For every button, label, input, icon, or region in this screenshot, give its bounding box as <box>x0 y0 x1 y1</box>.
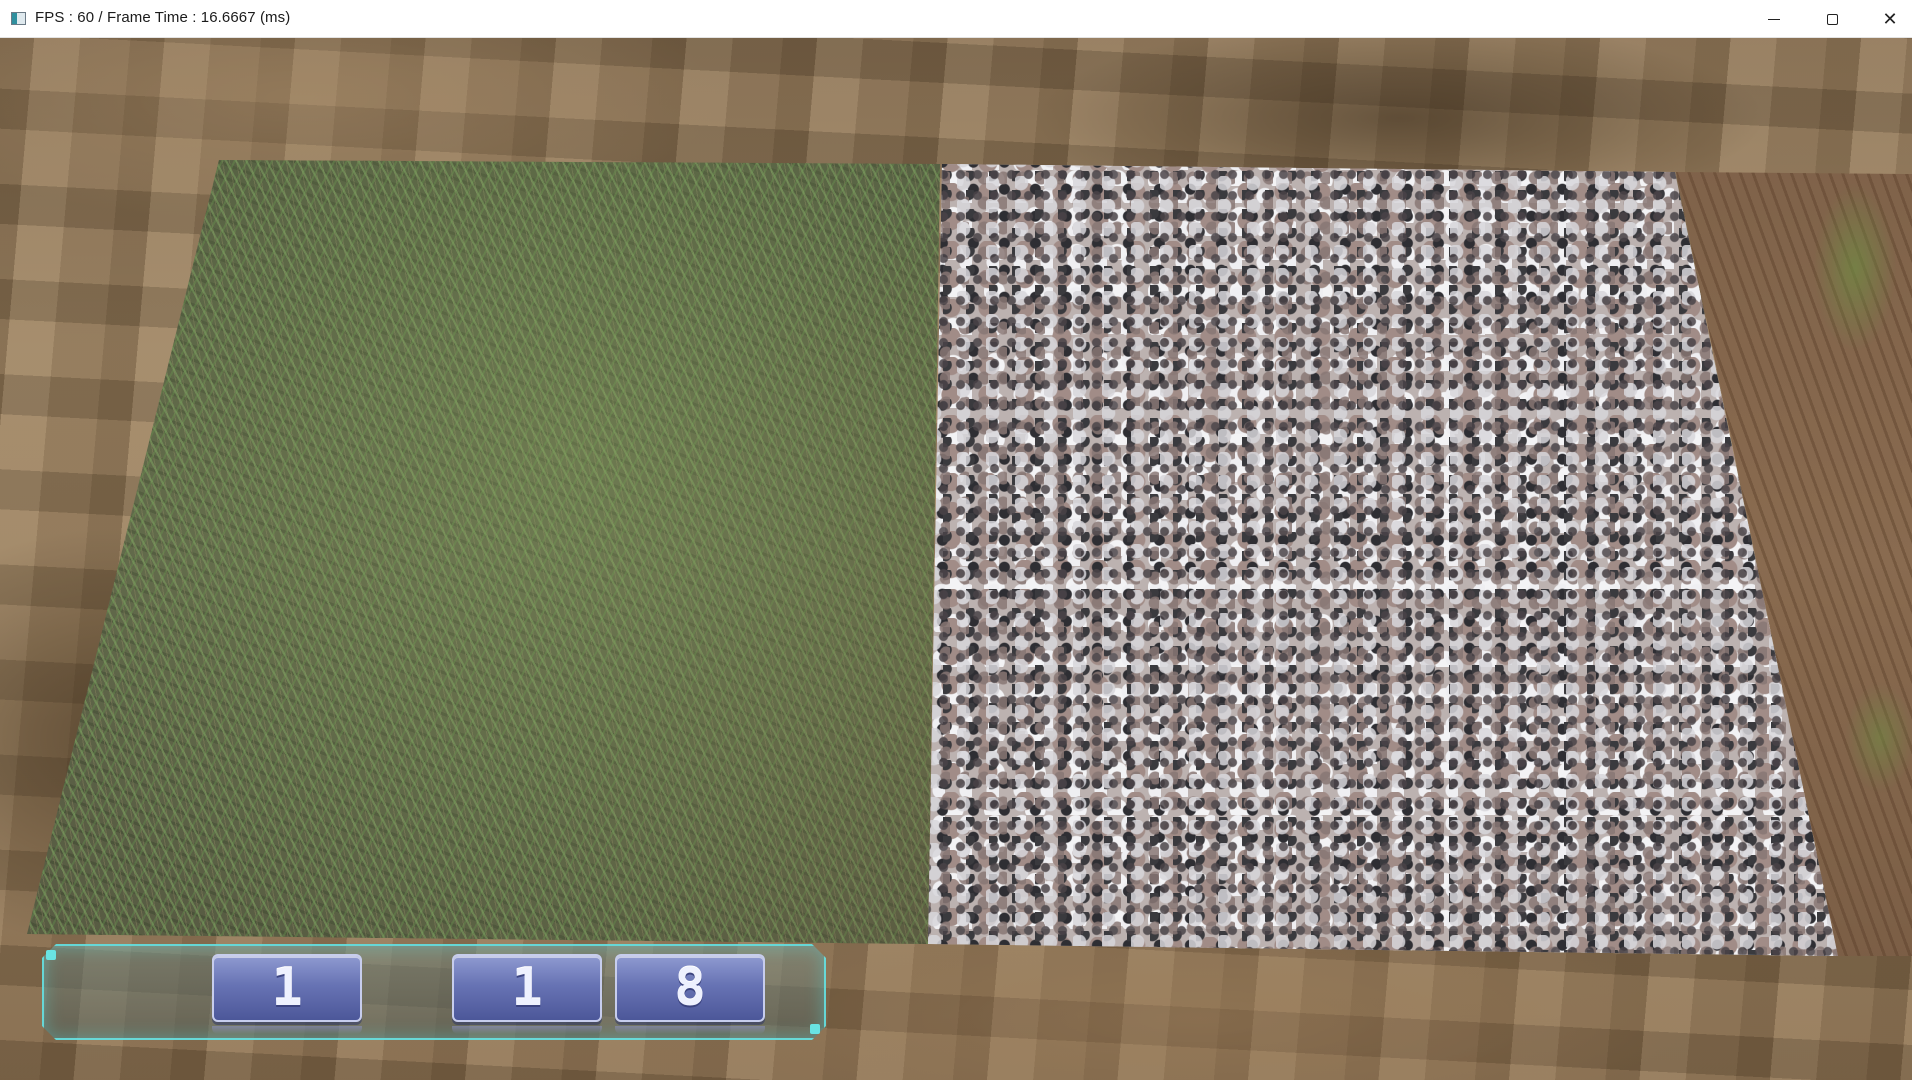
hud-corner-marker <box>46 950 56 960</box>
maximize-button[interactable] <box>1803 0 1861 38</box>
score-digit: 8 <box>615 954 765 1022</box>
digit-reflection <box>212 1026 362 1034</box>
minimize-icon <box>1768 18 1780 20</box>
digit-reflection <box>615 1026 765 1034</box>
score-hud-panel: 1 1 8 <box>42 944 826 1040</box>
score-digit: 1 <box>212 954 362 1022</box>
digit-reflection <box>452 1026 602 1034</box>
maximize-icon <box>1826 13 1838 25</box>
window-title-bar: FPS : 60 / Frame Time : 16.6667 (ms) ✕ <box>0 0 1912 38</box>
hud-corner-marker <box>810 1024 820 1034</box>
close-icon: ✕ <box>1882 8 1898 30</box>
minimize-button[interactable] <box>1745 0 1803 38</box>
score-digit: 1 <box>452 954 602 1022</box>
app-window-icon <box>11 12 26 25</box>
window-title: FPS : 60 / Frame Time : 16.6667 (ms) <box>35 9 291 26</box>
close-button[interactable]: ✕ <box>1861 0 1912 38</box>
game-viewport[interactable]: 1 1 8 <box>0 38 1912 1080</box>
